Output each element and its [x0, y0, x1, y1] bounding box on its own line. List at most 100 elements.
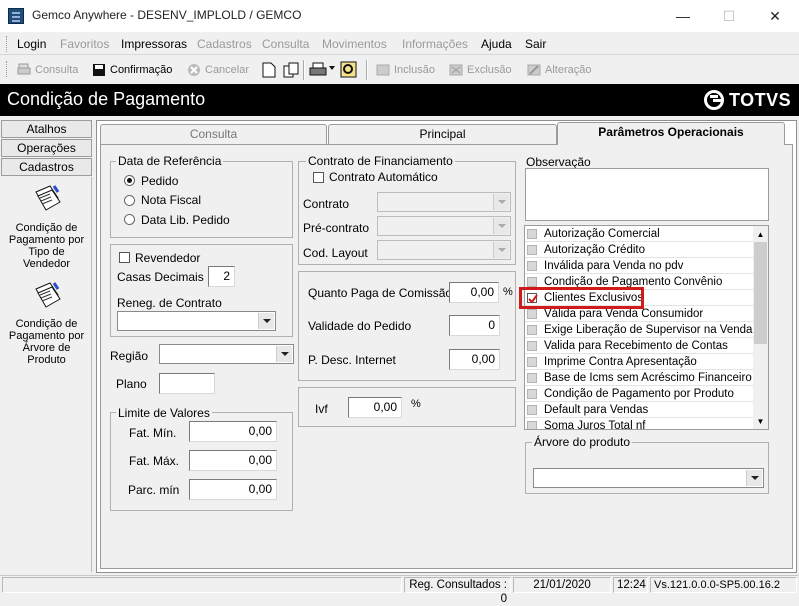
- pre-contrato-select[interactable]: [377, 216, 511, 236]
- menu-impressoras[interactable]: Impressoras: [121, 37, 187, 51]
- tab-consulta[interactable]: Consulta: [100, 124, 327, 144]
- fat-max-field[interactable]: 0,00: [189, 450, 277, 471]
- exclusao-button[interactable]: Exclusão: [447, 63, 512, 79]
- chevron-down-icon[interactable]: [276, 346, 292, 362]
- checkbox-icon[interactable]: [527, 405, 537, 415]
- chevron-down-icon[interactable]: [493, 242, 509, 258]
- shortcut-condicao-tipo-vendedor[interactable]: Condição de Pagamento por Tipo de Vended…: [4, 222, 89, 270]
- ivf-label: Ivf: [315, 402, 328, 416]
- document-icon[interactable]: [32, 184, 62, 214]
- list-item[interactable]: Default para Vendas: [525, 402, 753, 418]
- chevron-down-icon[interactable]: [258, 313, 274, 329]
- list-item[interactable]: Autorização Crédito: [525, 242, 753, 258]
- toolbar-grip: [6, 61, 9, 77]
- parc-min-field[interactable]: 0,00: [189, 479, 277, 500]
- contrato-automatico-checkbox[interactable]: [313, 172, 324, 183]
- checkbox-icon[interactable]: [527, 261, 537, 271]
- checkbox-icon[interactable]: [527, 357, 537, 367]
- menu-login[interactable]: Login: [17, 37, 46, 51]
- close-button[interactable]: ✕: [752, 0, 798, 32]
- document-icon[interactable]: [32, 281, 62, 311]
- copy-document-icon[interactable]: [283, 62, 299, 78]
- list-item[interactable]: Valida para Recebimento de Contas: [525, 338, 753, 354]
- report-icon[interactable]: [340, 61, 357, 78]
- menu-informacoes[interactable]: Informações: [402, 37, 468, 51]
- fat-min-field[interactable]: 0,00: [189, 421, 277, 442]
- new-document-icon[interactable]: [262, 62, 276, 78]
- inclusao-button[interactable]: Inclusão: [374, 63, 435, 79]
- scrollbar-thumb[interactable]: [754, 242, 767, 344]
- alteracao-button[interactable]: Alteração: [525, 63, 591, 79]
- validade-pedido-field[interactable]: 0: [449, 315, 500, 336]
- checkbox-icon[interactable]: [527, 389, 537, 399]
- scroll-down-icon[interactable]: ▼: [753, 414, 768, 429]
- checkbox-icon[interactable]: [527, 373, 537, 383]
- print-icon[interactable]: [309, 62, 327, 78]
- checkbox-icon[interactable]: [527, 229, 537, 239]
- casas-decimais-field[interactable]: 2: [208, 266, 235, 287]
- menu-movimentos[interactable]: Movimentos: [322, 37, 387, 51]
- menu-sair[interactable]: Sair: [525, 37, 546, 51]
- delete-record-icon: [449, 64, 463, 76]
- status-version: Vs.121.0.0.0-SP5.00.16.2: [650, 577, 797, 593]
- quanto-paga-field[interactable]: 0,00: [449, 282, 499, 303]
- list-item-label: Autorização Crédito: [544, 244, 645, 256]
- shortcut-condicao-arvore-produto[interactable]: Condição de Pagamento por Árvore de Prod…: [4, 318, 89, 366]
- tab-principal[interactable]: Principal: [328, 124, 557, 144]
- confirmacao-label: Confirmação: [110, 64, 173, 76]
- tab-operacoes[interactable]: Operações: [1, 139, 92, 157]
- list-item[interactable]: Inválida para Venda no pdv: [525, 258, 753, 274]
- tab-cadastros[interactable]: Cadastros: [1, 158, 92, 176]
- options-list[interactable]: Autorização Comercial Autorização Crédito…: [524, 225, 769, 430]
- cod-layout-select[interactable]: [377, 240, 511, 260]
- menu-ajuda[interactable]: Ajuda: [481, 37, 512, 51]
- radio-nota-fiscal[interactable]: [124, 195, 135, 206]
- minimize-button[interactable]: —: [660, 0, 706, 32]
- checkbox-icon[interactable]: [527, 277, 537, 287]
- menu-favoritos[interactable]: Favoritos: [60, 37, 109, 51]
- menu-consulta[interactable]: Consulta: [262, 37, 309, 51]
- radio-pedido[interactable]: [124, 175, 135, 186]
- tab-atalhos[interactable]: Atalhos: [1, 120, 92, 138]
- brand-name: TOTVS: [729, 90, 792, 110]
- maximize-button[interactable]: ☐: [706, 0, 752, 32]
- list-item[interactable]: Imprime Contra Apresentação: [525, 354, 753, 370]
- chevron-down-icon[interactable]: [493, 218, 509, 234]
- arvore-produto-select[interactable]: [533, 468, 764, 488]
- confirmacao-button[interactable]: Confirmação: [90, 63, 172, 79]
- list-item-label: Soma Juros Total nf: [544, 420, 646, 430]
- checkbox-icon[interactable]: [527, 309, 537, 319]
- checkbox-icon[interactable]: [527, 421, 537, 429]
- consulta-button[interactable]: Consulta: [15, 63, 78, 79]
- list-item[interactable]: Autorização Comercial: [525, 226, 753, 242]
- contrato-select[interactable]: [377, 192, 511, 212]
- contrato-financiamento-title: Contrato de Financiamento: [306, 154, 455, 168]
- chevron-down-icon[interactable]: [746, 470, 762, 486]
- contrato-label: Contrato: [303, 197, 350, 211]
- list-item[interactable]: Soma Juros Total nf: [525, 418, 753, 430]
- ivf-field[interactable]: 0,00: [348, 397, 402, 418]
- list-item[interactable]: Base de Icms sem Acréscimo Financeiro: [525, 370, 753, 386]
- plano-field[interactable]: [159, 373, 215, 394]
- desc-internet-field[interactable]: 0,00: [449, 349, 500, 370]
- reneg-contrato-select[interactable]: [117, 311, 276, 331]
- revendedor-checkbox[interactable]: [119, 252, 130, 263]
- chevron-down-icon[interactable]: [493, 194, 509, 210]
- checkbox-icon[interactable]: [527, 245, 537, 255]
- print-dropdown-icon[interactable]: [329, 66, 335, 70]
- list-item[interactable]: Exige Liberação de Supervisor na Venda: [525, 322, 753, 338]
- regiao-label: Região: [110, 349, 149, 363]
- tab-parametros-operacionais[interactable]: Parâmetros Operacionais: [557, 122, 785, 145]
- limite-valores-title: Limite de Valores: [116, 406, 212, 420]
- list-item[interactable]: Condição de Pagamento por Produto: [525, 386, 753, 402]
- observacao-textarea[interactable]: [525, 168, 769, 221]
- scroll-up-icon[interactable]: ▲: [753, 227, 768, 242]
- cancelar-button[interactable]: Cancelar: [185, 63, 249, 79]
- list-item-label: Valida para Recebimento de Contas: [544, 340, 728, 352]
- menu-cadastros[interactable]: Cadastros: [197, 37, 252, 51]
- inclusao-label: Inclusão: [394, 64, 435, 76]
- regiao-select[interactable]: [159, 344, 294, 364]
- checkbox-icon[interactable]: [527, 341, 537, 351]
- radio-data-lib-pedido[interactable]: [124, 214, 135, 225]
- checkbox-icon[interactable]: [527, 325, 537, 335]
